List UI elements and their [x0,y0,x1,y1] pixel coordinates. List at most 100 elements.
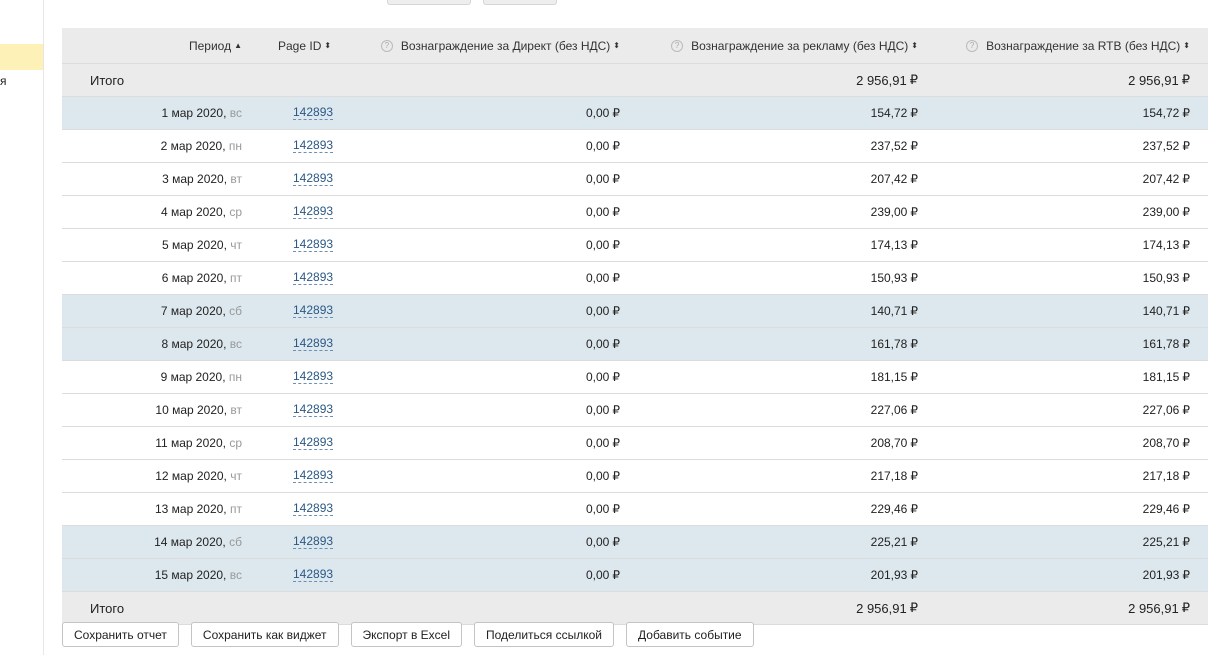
column-header-page-id[interactable]: Page ID ⬍ [278,28,358,63]
column-header-ads[interactable]: ? Вознаграждение за рекламу (без НДС) ⬍ [622,28,918,63]
page-id-link[interactable]: 142893 [293,403,334,417]
page-id-link[interactable]: 142893 [293,568,334,582]
direct-cell: 0,00 ₽ [586,502,620,516]
page-id-link[interactable]: 142893 [293,106,334,120]
ads-cell: 207,42 ₽ [870,172,918,186]
top-button-cut[interactable] [483,0,557,5]
direct-cell: 0,00 ₽ [586,238,620,252]
page-id-link[interactable]: 142893 [293,469,334,483]
page-id-link[interactable]: 142893 [293,436,334,450]
ads-cell: 150,93 ₽ [870,271,918,285]
page-id-cell: 142893 [262,130,362,162]
period-cell: 6 мар 2020, пт [62,262,242,294]
date-text: 1 мар 2020, [161,106,227,120]
sidebar-truncated-text: я [0,74,7,88]
ads-cell: 140,71 ₽ [870,304,918,318]
report-table: Период ▲ Page ID ⬍ ? Вознаграждение за Д… [62,28,1208,625]
table-row: 5 мар 2020, чт 142893 0,00 ₽ 174,13 ₽ 174,13 ₽ [62,229,1208,262]
page-id-cell: 142893 [262,559,362,591]
share-link-button[interactable]: Поделиться ссылкой [474,622,615,647]
page-id-link[interactable]: 142893 [293,370,334,384]
direct-cell: 0,00 ₽ [586,469,620,483]
page-id-link[interactable]: 142893 [293,172,334,186]
page-id-link[interactable]: 142893 [293,238,334,252]
date-text: 6 мар 2020, [161,271,227,285]
page-id-link[interactable]: 142893 [293,337,334,351]
rtb-cell: 208,70 ₽ [1142,436,1190,450]
total-ads: 2 956,91 ₽ [856,600,918,616]
date-text: 15 мар 2020, [154,568,227,582]
page-id-link[interactable]: 142893 [293,535,334,549]
total-ads: 2 956,91 ₽ [856,72,918,88]
page-id-link[interactable]: 142893 [293,502,334,516]
date-text: 7 мар 2020, [160,304,226,318]
date-text: 3 мар 2020, [162,172,228,186]
period-cell: 5 мар 2020, чт [62,229,242,261]
table-row: 9 мар 2020, пн 142893 0,00 ₽ 181,15 ₽ 181,15 ₽ [62,361,1208,394]
table-row: 1 мар 2020, вс 142893 0,00 ₽ 154,72 ₽ 154,72 ₽ [62,97,1208,130]
date-text: 11 мар 2020, [155,436,226,450]
page-id-link[interactable]: 142893 [293,304,334,318]
total-row-top: Итого 2 956,91 ₽ 2 956,91 ₽ [62,64,1208,97]
page-id-link[interactable]: 142893 [293,205,334,219]
page-id-cell: 142893 [262,295,362,327]
period-cell: 13 мар 2020, пт [62,493,242,525]
date-text: 13 мар 2020, [155,502,227,516]
rtb-cell: 154,72 ₽ [1142,106,1190,120]
rtb-cell: 181,15 ₽ [1142,370,1190,384]
weekday-text: вт [230,403,242,417]
rtb-cell: 150,93 ₽ [1142,271,1190,285]
ads-cell: 174,13 ₽ [870,238,918,252]
period-cell: 12 мар 2020, чт [62,460,242,492]
page-id-cell: 142893 [262,262,362,294]
weekday-text: ср [229,205,242,219]
direct-cell: 0,00 ₽ [586,436,620,450]
column-header-direct[interactable]: ? Вознаграждение за Директ (без НДС) ⬍ [362,28,620,63]
page-id-cell: 142893 [262,196,362,228]
ads-cell: 154,72 ₽ [870,106,918,120]
page-id-link[interactable]: 142893 [293,271,334,285]
column-header-rtb[interactable]: ? Вознаграждение за RTB (без НДС) ⬍ [922,28,1190,63]
report-toolbar: Сохранить отчет Сохранить как виджет Экс… [62,622,754,647]
page-id-cell: 142893 [262,97,362,129]
table-row: 7 мар 2020, сб 142893 0,00 ₽ 140,71 ₽ 140,71 ₽ [62,295,1208,328]
period-cell: 1 мар 2020, вс [62,97,242,129]
sidebar-active-item[interactable] [0,44,43,70]
rtb-cell: 201,93 ₽ [1142,568,1190,582]
save-report-button[interactable]: Сохранить отчет [62,622,179,647]
total-rtb: 2 956,91 ₽ [1128,600,1190,616]
rtb-cell: 161,78 ₽ [1142,337,1190,351]
page-id-cell: 142893 [262,526,362,558]
total-row-bottom: Итого 2 956,91 ₽ 2 956,91 ₽ [62,592,1208,625]
export-excel-button[interactable]: Экспорт в Excel [350,622,463,647]
table-row: 10 мар 2020, вт 142893 0,00 ₽ 227,06 ₽ 227,06 ₽ [62,394,1208,427]
column-header-period[interactable]: Период ▲ [62,28,242,63]
page-id-link[interactable]: 142893 [293,139,334,153]
table-row: 15 мар 2020, вс 142893 0,00 ₽ 201,93 ₽ 201,93 ₽ [62,559,1208,592]
direct-cell: 0,00 ₽ [586,271,620,285]
weekday-text: вс [229,337,242,351]
period-cell: 3 мар 2020, вт [62,163,242,195]
table-row: 3 мар 2020, вт 142893 0,00 ₽ 207,42 ₽ 207,42 ₽ [62,163,1208,196]
ads-cell: 201,93 ₽ [870,568,918,582]
date-text: 2 мар 2020, [160,139,226,153]
weekday-text: пт [230,271,242,285]
direct-cell: 0,00 ₽ [586,403,620,417]
direct-cell: 0,00 ₽ [586,568,620,582]
help-icon[interactable]: ? [380,39,393,52]
weekday-text: вс [229,106,242,120]
add-event-button[interactable]: Добавить событие [626,622,754,647]
save-widget-button[interactable]: Сохранить как виджет [190,622,339,647]
page-id-cell: 142893 [262,493,362,525]
date-text: 9 мар 2020, [160,370,226,384]
help-icon[interactable]: ? [671,39,684,52]
table-row: 13 мар 2020, пт 142893 0,00 ₽ 229,46 ₽ 229,46 ₽ [62,493,1208,526]
total-label: Итого [90,72,125,88]
ads-cell: 208,70 ₽ [870,436,918,450]
ads-cell: 239,00 ₽ [870,205,918,219]
direct-cell: 0,00 ₽ [586,139,620,153]
ads-cell: 181,15 ₽ [870,370,918,384]
help-icon[interactable]: ? [966,39,979,52]
weekday-text: чт [230,238,242,252]
top-button-cut[interactable] [387,0,471,5]
